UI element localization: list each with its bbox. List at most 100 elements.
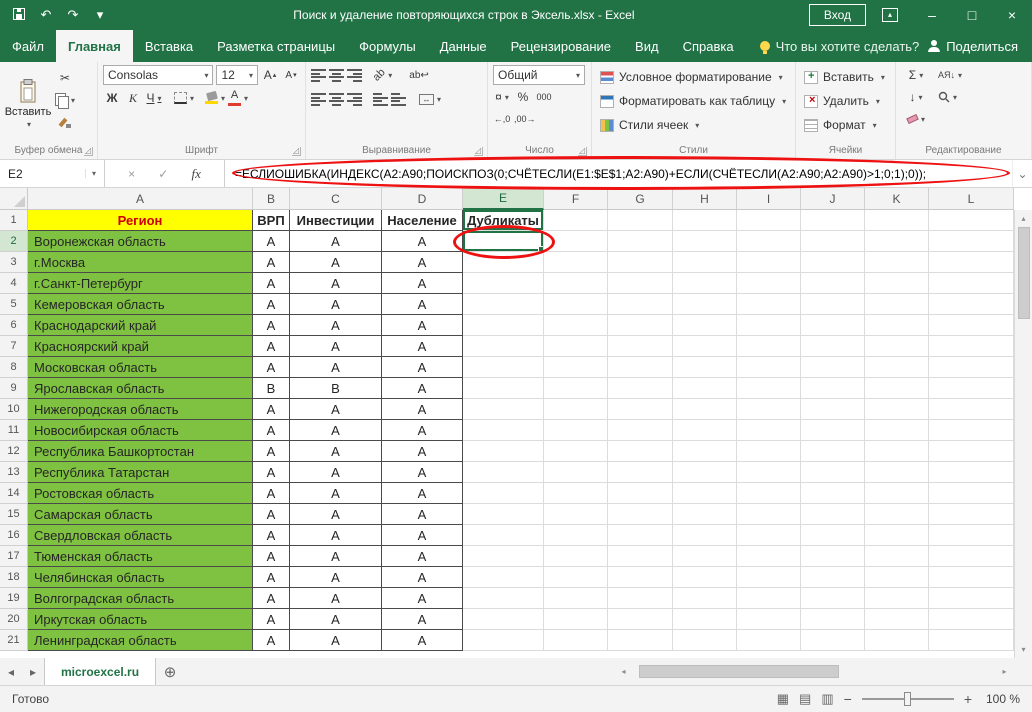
cell-F8[interactable]: [544, 357, 608, 378]
cell-G11[interactable]: [608, 420, 673, 441]
accounting-format-icon[interactable]: ¤: [493, 87, 511, 107]
tab-page-layout[interactable]: Разметка страницы: [205, 30, 347, 62]
zoom-out-button[interactable]: −: [844, 691, 852, 707]
format-cells-button[interactable]: Формат: [801, 113, 890, 137]
tab-help[interactable]: Справка: [671, 30, 746, 62]
cell-I16[interactable]: [737, 525, 801, 546]
cell-D6[interactable]: A: [382, 315, 463, 336]
cell-H7[interactable]: [673, 336, 737, 357]
cell-F9[interactable]: [544, 378, 608, 399]
cell-K17[interactable]: [865, 546, 929, 567]
cell-I18[interactable]: [737, 567, 801, 588]
cell-J4[interactable]: [801, 273, 865, 294]
cell-K9[interactable]: [865, 378, 929, 399]
cell-H18[interactable]: [673, 567, 737, 588]
alignment-dialog-launcher-icon[interactable]: ◿: [474, 147, 483, 156]
cell-E3[interactable]: [463, 252, 544, 273]
cell-L10[interactable]: [929, 399, 1014, 420]
copy-icon[interactable]: [55, 90, 75, 110]
cell-D1[interactable]: Население: [382, 210, 463, 231]
cell-L12[interactable]: [929, 441, 1014, 462]
cell-G16[interactable]: [608, 525, 673, 546]
tab-insert[interactable]: Вставка: [133, 30, 205, 62]
cell-K18[interactable]: [865, 567, 929, 588]
cell-B14[interactable]: A: [253, 483, 290, 504]
cell-G17[interactable]: [608, 546, 673, 567]
cell-I13[interactable]: [737, 462, 801, 483]
cell-G13[interactable]: [608, 462, 673, 483]
cell-K10[interactable]: [865, 399, 929, 420]
cell-A11[interactable]: Новосибирская область: [28, 420, 253, 441]
cell-K1[interactable]: [865, 210, 929, 231]
cell-J2[interactable]: [801, 231, 865, 252]
cell-C8[interactable]: A: [290, 357, 382, 378]
orientation-icon[interactable]: ab: [371, 65, 392, 85]
cell-C15[interactable]: A: [290, 504, 382, 525]
cell-C20[interactable]: A: [290, 609, 382, 630]
tab-view[interactable]: Вид: [623, 30, 671, 62]
cell-A5[interactable]: Кемеровская область: [28, 294, 253, 315]
row-header-8[interactable]: 8: [0, 357, 28, 378]
cell-H13[interactable]: [673, 462, 737, 483]
cell-I11[interactable]: [737, 420, 801, 441]
formula-bar-expand-icon[interactable]: ⌄: [1012, 160, 1032, 187]
column-header-G[interactable]: G: [608, 188, 673, 210]
cell-A7[interactable]: Красноярский край: [28, 336, 253, 357]
number-dialog-launcher-icon[interactable]: ◿: [578, 147, 587, 156]
cell-F7[interactable]: [544, 336, 608, 357]
cell-D18[interactable]: A: [382, 567, 463, 588]
cell-G5[interactable]: [608, 294, 673, 315]
cell-L18[interactable]: [929, 567, 1014, 588]
cell-J3[interactable]: [801, 252, 865, 273]
cell-B21[interactable]: A: [253, 630, 290, 651]
cell-D14[interactable]: A: [382, 483, 463, 504]
cell-G10[interactable]: [608, 399, 673, 420]
cell-I3[interactable]: [737, 252, 801, 273]
cell-F6[interactable]: [544, 315, 608, 336]
cell-L21[interactable]: [929, 630, 1014, 651]
cell-E16[interactable]: [463, 525, 544, 546]
column-header-K[interactable]: K: [865, 188, 929, 210]
cell-D11[interactable]: A: [382, 420, 463, 441]
row-header-17[interactable]: 17: [0, 546, 28, 567]
cell-K13[interactable]: [865, 462, 929, 483]
cell-J14[interactable]: [801, 483, 865, 504]
cell-B8[interactable]: A: [253, 357, 290, 378]
cell-L13[interactable]: [929, 462, 1014, 483]
cell-E15[interactable]: [463, 504, 544, 525]
percent-style-icon[interactable]: %: [514, 87, 532, 107]
cell-J19[interactable]: [801, 588, 865, 609]
cell-H19[interactable]: [673, 588, 737, 609]
cell-E8[interactable]: [463, 357, 544, 378]
delete-cells-button[interactable]: Удалить: [801, 89, 890, 113]
cell-I12[interactable]: [737, 441, 801, 462]
merge-center-icon[interactable]: ↔: [419, 89, 441, 109]
cell-I20[interactable]: [737, 609, 801, 630]
cell-L3[interactable]: [929, 252, 1014, 273]
grow-font-icon[interactable]: А ▴: [261, 65, 279, 85]
cell-C21[interactable]: A: [290, 630, 382, 651]
cell-C13[interactable]: A: [290, 462, 382, 483]
cell-I10[interactable]: [737, 399, 801, 420]
cell-A18[interactable]: Челябинская область: [28, 567, 253, 588]
cell-E13[interactable]: [463, 462, 544, 483]
cell-K16[interactable]: [865, 525, 929, 546]
scroll-down-icon[interactable]: ▾: [1015, 641, 1032, 658]
cell-C14[interactable]: A: [290, 483, 382, 504]
formula-input[interactable]: =ЕСЛИОШИБКА(ИНДЕКС(A2:A90;ПОИСКПОЗ(0;СЧЁ…: [225, 160, 1012, 187]
cell-I7[interactable]: [737, 336, 801, 357]
horizontal-scroll-track[interactable]: [631, 665, 997, 678]
cell-A4[interactable]: г.Санкт-Петербург: [28, 273, 253, 294]
tab-data[interactable]: Данные: [428, 30, 499, 62]
cell-H10[interactable]: [673, 399, 737, 420]
format-painter-icon[interactable]: [55, 112, 75, 132]
undo-icon[interactable]: ↶: [39, 7, 53, 23]
column-header-L[interactable]: L: [929, 188, 1014, 210]
cell-H4[interactable]: [673, 273, 737, 294]
column-header-C[interactable]: C: [290, 188, 382, 210]
cell-J9[interactable]: [801, 378, 865, 399]
sort-filter-button[interactable]: АЯ↓: [938, 65, 962, 85]
column-header-D[interactable]: D: [382, 188, 463, 210]
cell-J12[interactable]: [801, 441, 865, 462]
zoom-slider-thumb[interactable]: [903, 692, 911, 706]
